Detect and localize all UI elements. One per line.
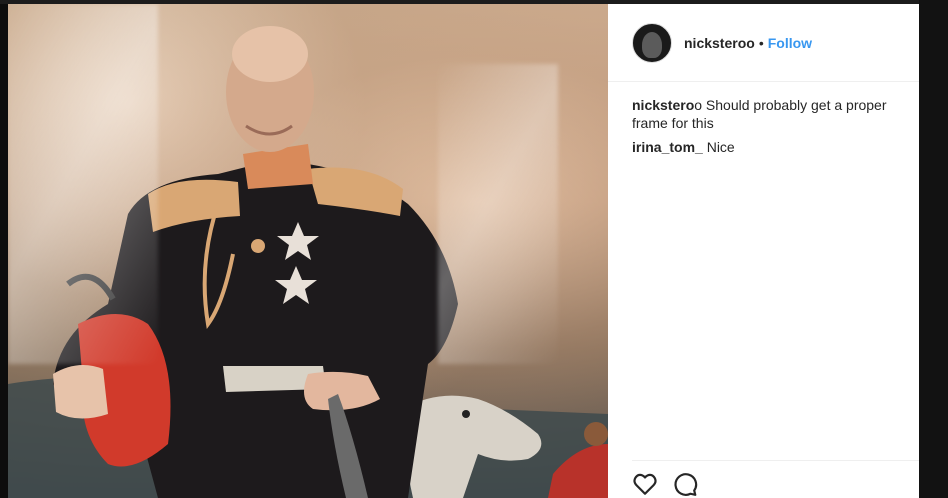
- separator-dot: •: [758, 34, 764, 51]
- plastic-glare: [8, 4, 158, 364]
- background-margin: [919, 0, 948, 498]
- instagram-post-view: nicksteroo • Follow nicksteroo Should prob…: [0, 0, 948, 498]
- post-side-panel: nicksteroo • Follow nicksteroo Should prob…: [608, 4, 919, 498]
- username-link[interactable]: nicksteroo: [684, 35, 755, 51]
- comment-item: nicksteroo Should probably get a proper …: [632, 96, 912, 132]
- comment-username[interactable]: irina_tom_: [632, 139, 703, 155]
- follow-button[interactable]: Follow: [768, 35, 812, 51]
- comment-icon[interactable]: [672, 471, 698, 497]
- post-header: nicksteroo • Follow: [608, 4, 919, 82]
- heart-icon[interactable]: [632, 471, 658, 497]
- comment-item: irina_tom_ Nice: [632, 138, 912, 156]
- header-text: nicksteroo • Follow: [684, 35, 812, 51]
- avatar[interactable]: [632, 22, 672, 63]
- comments-list: nicksteroo Should probably get a proper …: [632, 96, 912, 162]
- comment-username[interactable]: nickstero: [632, 97, 694, 113]
- post-actions: [632, 460, 919, 498]
- post-photo[interactable]: [8, 4, 608, 498]
- plastic-glare: [438, 64, 558, 364]
- comment-text: Nice: [702, 139, 735, 155]
